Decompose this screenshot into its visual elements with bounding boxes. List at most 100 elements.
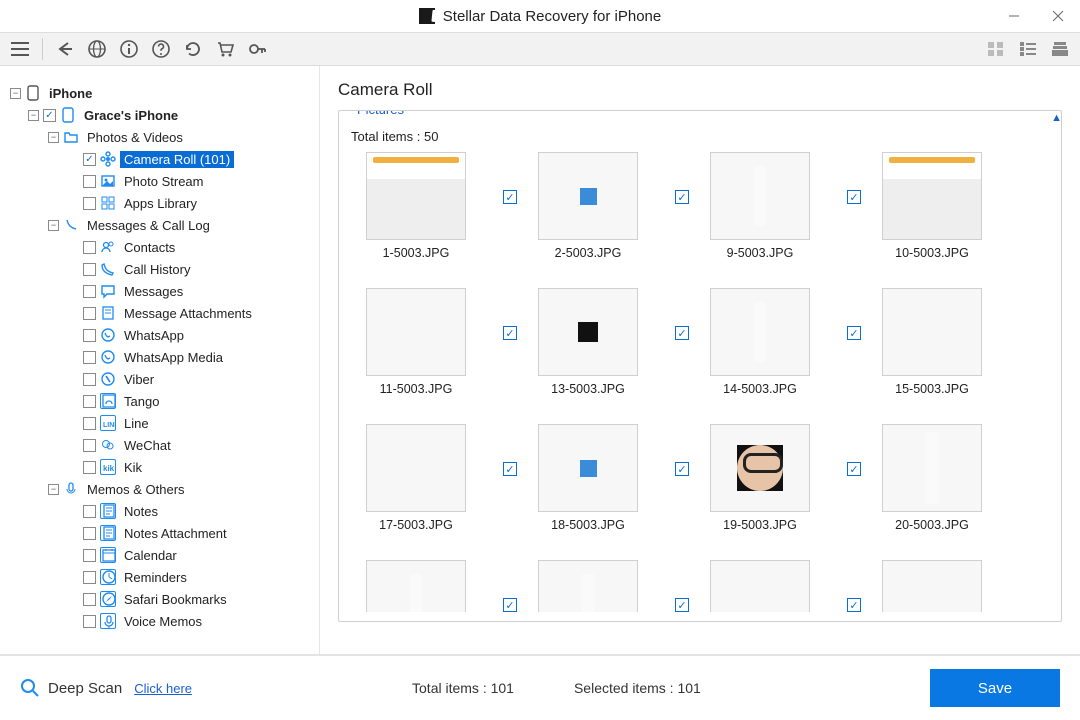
checkbox[interactable] — [83, 175, 96, 188]
thumbnail-checkbox[interactable]: ✓ — [675, 190, 689, 204]
tree-item-label[interactable]: Viber — [120, 371, 158, 388]
thumbnail-checkbox[interactable]: ✓ — [503, 190, 517, 204]
tree-group-label[interactable]: Photos & Videos — [83, 129, 187, 146]
checkbox[interactable] — [83, 593, 96, 606]
tree-item-label[interactable]: Call History — [120, 261, 194, 278]
globe-icon[interactable] — [87, 39, 107, 59]
checkbox[interactable] — [83, 615, 96, 628]
tree-item-label[interactable]: Message Attachments — [120, 305, 256, 322]
tree-item-label[interactable]: Calendar — [120, 547, 181, 564]
thumbnail-checkbox[interactable]: ✓ — [503, 598, 517, 612]
info-icon[interactable] — [119, 39, 139, 59]
thumbnail-image[interactable] — [882, 288, 982, 376]
tree-item-label[interactable]: Tango — [120, 393, 163, 410]
thumbnail-image[interactable] — [710, 152, 810, 240]
thumbnail-checkbox[interactable]: ✓ — [503, 462, 517, 476]
thumbnail-scroll[interactable]: ✓1-5003.JPG✓2-5003.JPG✓9-5003.JPG✓10-500… — [351, 152, 1049, 612]
tree-item-label[interactable]: Line — [120, 415, 153, 432]
checkbox[interactable] — [83, 571, 96, 584]
view-list-icon[interactable] — [1018, 39, 1038, 59]
tree-item-label[interactable]: Reminders — [120, 569, 191, 586]
tree-item-label[interactable]: Kik — [120, 459, 146, 476]
thumbnail-image[interactable] — [538, 288, 638, 376]
thumbnail-item[interactable]: ✓19-5003.JPG — [695, 424, 825, 532]
close-button[interactable] — [1036, 0, 1080, 32]
expand-toggle[interactable]: − — [48, 132, 59, 143]
thumbnail-image[interactable] — [710, 560, 810, 612]
checkbox[interactable] — [83, 439, 96, 452]
thumbnail-item[interactable]: ✓1-5003.JPG — [351, 152, 481, 260]
thumbnail-checkbox[interactable]: ✓ — [675, 598, 689, 612]
checkbox[interactable] — [83, 197, 96, 210]
thumbnail-image[interactable] — [538, 424, 638, 512]
view-grid-icon[interactable] — [986, 39, 1006, 59]
thumbnail-image[interactable] — [366, 424, 466, 512]
tree-item-label[interactable]: WhatsApp — [120, 327, 188, 344]
thumbnail-item[interactable]: ✓14-5003.JPG — [695, 288, 825, 396]
tree-root-label[interactable]: iPhone — [45, 85, 96, 102]
thumbnail-item[interactable]: ✓18-5003.JPG — [523, 424, 653, 532]
view-stack-icon[interactable] — [1050, 39, 1070, 59]
checkbox[interactable] — [83, 351, 96, 364]
save-button[interactable]: Save — [930, 669, 1060, 707]
checkbox[interactable] — [83, 329, 96, 342]
thumbnail-item[interactable]: ✓10-5003.JPG — [867, 152, 997, 260]
checkbox[interactable] — [83, 417, 96, 430]
tree-item-label[interactable]: Apps Library — [120, 195, 201, 212]
tree-item-label[interactable]: Photo Stream — [120, 173, 208, 190]
thumbnail-image[interactable] — [882, 560, 982, 612]
tree-device-label[interactable]: Grace's iPhone — [80, 107, 182, 124]
tree-group-label[interactable]: Memos & Others — [83, 481, 189, 498]
checkbox[interactable] — [83, 461, 96, 474]
checkbox[interactable]: ✓ — [83, 153, 96, 166]
expand-toggle[interactable]: − — [28, 110, 39, 121]
checkbox[interactable] — [83, 549, 96, 562]
thumbnail-item[interactable]: ✓24-5003.JPG — [867, 560, 997, 612]
thumbnail-item[interactable]: ✓21-5003.JPG — [351, 560, 481, 612]
thumbnail-item[interactable]: ✓11-5003.JPG — [351, 288, 481, 396]
thumbnail-checkbox[interactable]: ✓ — [847, 462, 861, 476]
thumbnail-item[interactable]: ✓23-5003.JPG — [695, 560, 825, 612]
tree-item-label[interactable]: Contacts — [120, 239, 179, 256]
checkbox[interactable] — [83, 307, 96, 320]
thumbnail-item[interactable]: ✓17-5003.JPG — [351, 424, 481, 532]
checkbox[interactable] — [83, 395, 96, 408]
cart-icon[interactable] — [215, 39, 235, 59]
key-icon[interactable] — [247, 39, 267, 59]
thumbnail-image[interactable] — [366, 152, 466, 240]
help-icon[interactable] — [151, 39, 171, 59]
checkbox[interactable] — [83, 505, 96, 518]
thumbnail-checkbox[interactable]: ✓ — [847, 190, 861, 204]
tree-item-label[interactable]: WeChat — [120, 437, 175, 454]
tree-item-label[interactable]: Safari Bookmarks — [120, 591, 231, 608]
tree-item-label[interactable]: Notes — [120, 503, 162, 520]
thumbnail-image[interactable] — [366, 560, 466, 612]
thumbnail-item[interactable]: ✓15-5003.JPG — [867, 288, 997, 396]
thumbnail-image[interactable] — [538, 152, 638, 240]
thumbnail-checkbox[interactable]: ✓ — [675, 462, 689, 476]
thumbnail-image[interactable] — [882, 152, 982, 240]
tree-item-label[interactable]: Camera Roll (101) — [120, 151, 234, 168]
thumbnail-checkbox[interactable]: ✓ — [847, 326, 861, 340]
thumbnail-image[interactable] — [538, 560, 638, 612]
checkbox[interactable] — [83, 285, 96, 298]
thumbnail-image[interactable] — [366, 288, 466, 376]
thumbnail-image[interactable] — [710, 288, 810, 376]
thumbnail-item[interactable]: ✓22-5003.JPG — [523, 560, 653, 612]
expand-toggle[interactable]: − — [48, 484, 59, 495]
tree-item-label[interactable]: Notes Attachment — [120, 525, 231, 542]
thumbnail-item[interactable]: ✓9-5003.JPG — [695, 152, 825, 260]
tree-item-label[interactable]: Messages — [120, 283, 187, 300]
checkbox[interactable] — [83, 527, 96, 540]
checkbox[interactable] — [83, 241, 96, 254]
tree-item-label[interactable]: Voice Memos — [120, 613, 206, 630]
thumbnail-image[interactable] — [882, 424, 982, 512]
expand-toggle[interactable]: − — [10, 88, 21, 99]
back-icon[interactable] — [55, 39, 75, 59]
sidebar-tree[interactable]: − iPhone − ✓ Grace's iPhone − Photos & Vi… — [0, 66, 320, 654]
thumbnail-item[interactable]: ✓13-5003.JPG — [523, 288, 653, 396]
minimize-button[interactable] — [992, 0, 1036, 32]
thumbnail-item[interactable]: ✓20-5003.JPG — [867, 424, 997, 532]
checkbox[interactable] — [83, 373, 96, 386]
thumbnail-image[interactable] — [710, 424, 810, 512]
